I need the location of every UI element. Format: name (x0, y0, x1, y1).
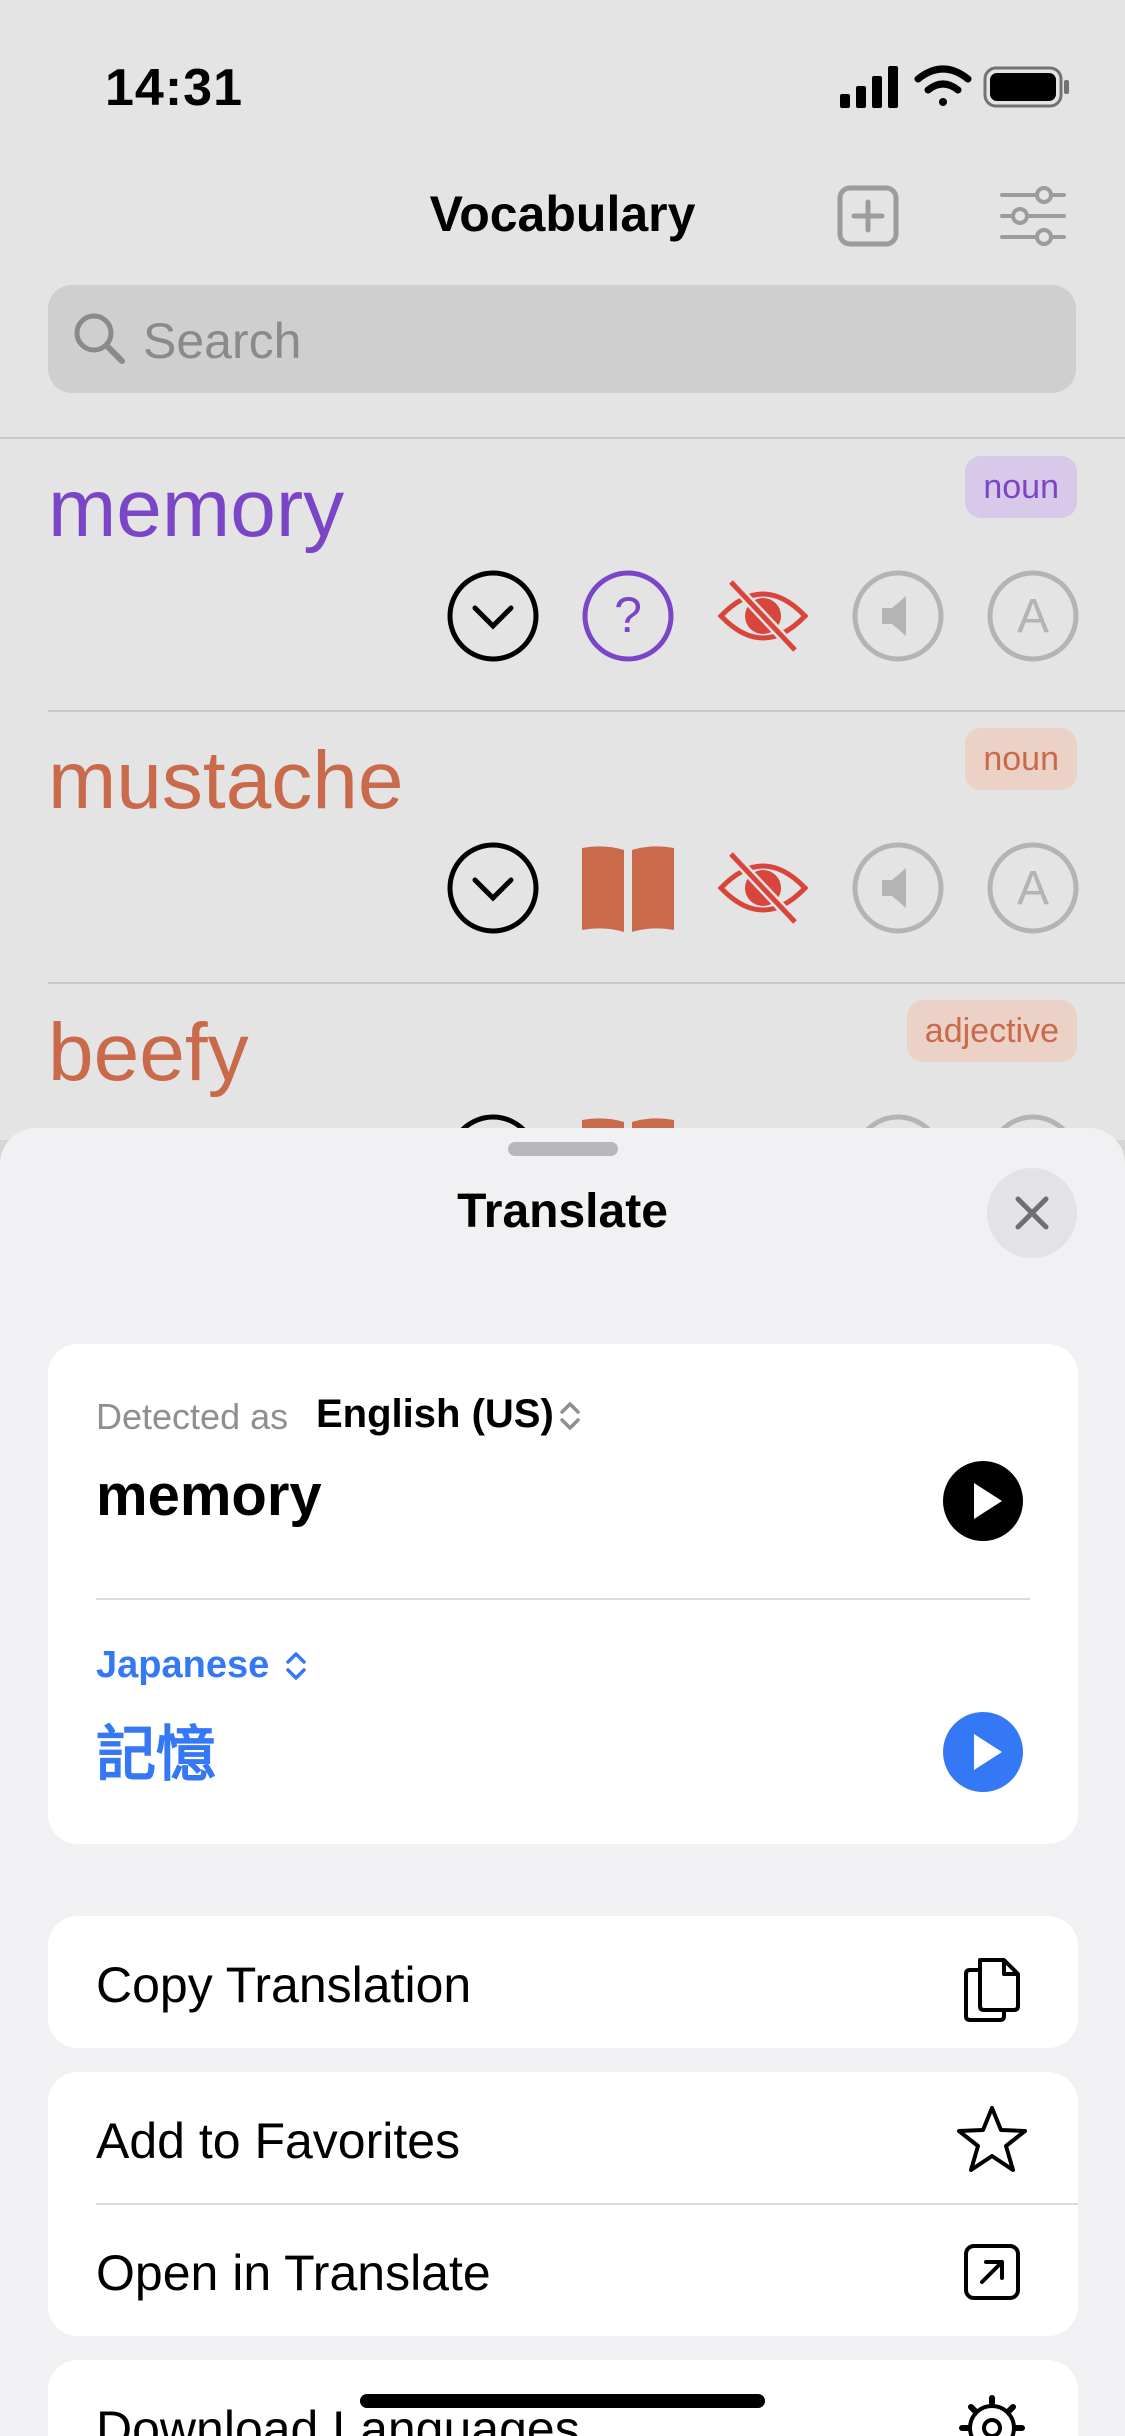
chevron-up-down-icon (560, 1402, 580, 1430)
word-text: mustache (48, 735, 404, 826)
status-bar: 14:31 (0, 0, 1125, 150)
copy-card: Copy Translation (48, 1916, 1078, 2048)
cellular-signal-icon (840, 66, 898, 108)
add-to-favorites-label: Add to Favorites (96, 2113, 461, 2169)
add-word-button[interactable] (835, 183, 901, 249)
word-text: beefy (48, 1007, 249, 1098)
translated-text: 記憶 (96, 1721, 216, 1788)
home-indicator (360, 2394, 765, 2408)
translate-sheet: Translate Detected as English (US) memor… (0, 1128, 1125, 2436)
battery-icon (983, 66, 1069, 108)
actions-card: Add to Favorites Open in Translate (48, 2072, 1078, 2336)
play-icon (974, 1734, 1002, 1770)
source-language: English (US) (316, 1392, 554, 1436)
letter-a-icon[interactable]: A (985, 568, 1081, 664)
page-title: Vocabulary (429, 186, 696, 242)
eye-slash-icon[interactable] (715, 568, 811, 664)
part-of-speech-badge: adjective (906, 1000, 1077, 1062)
copy-translation-button[interactable]: Copy Translation (48, 1916, 1078, 2048)
expand-chevron-icon[interactable] (445, 840, 541, 936)
book-icon[interactable] (580, 840, 676, 936)
close-button[interactable] (987, 1168, 1077, 1258)
open-in-translate-label: Open in Translate (96, 2245, 491, 2301)
star-icon (957, 2106, 1027, 2172)
detected-label: Detected as (96, 1396, 289, 1437)
play-source-button[interactable] (943, 1461, 1023, 1541)
question-icon[interactable]: ? (580, 568, 676, 664)
part-of-speech-badge: noun (965, 456, 1077, 518)
copy-icon (964, 1958, 1020, 2022)
svg-text:?: ? (614, 587, 642, 643)
gear-icon (959, 2395, 1025, 2436)
target-language-selector[interactable]: Japanese (96, 1644, 269, 1687)
expand-chevron-icon[interactable] (445, 568, 541, 664)
part-of-speech-badge: noun (965, 728, 1077, 790)
status-icons (840, 65, 1069, 108)
svg-text:A: A (1017, 862, 1049, 915)
add-to-favorites-button[interactable]: Add to Favorites (48, 2072, 1078, 2204)
chevron-up-down-icon (286, 1652, 306, 1680)
svg-text:A: A (1017, 590, 1049, 643)
translation-card: Detected as English (US) memory Japanese… (48, 1344, 1078, 1844)
status-time: 14:31 (105, 59, 243, 117)
wifi-icon (914, 65, 972, 106)
sheet-grabber[interactable] (508, 1142, 618, 1156)
speaker-icon[interactable] (850, 568, 946, 664)
target-language: Japanese (96, 1644, 270, 1686)
word-actions: A (445, 840, 1085, 936)
open-external-icon (964, 2244, 1020, 2300)
vocabulary-app: 14:31 Vocabulary Search memory noun ? A … (0, 0, 1125, 1206)
card-divider (96, 1598, 1030, 1600)
list-item[interactable]: memory noun ? A (0, 440, 1125, 712)
header-divider (0, 437, 1125, 439)
word-actions: ? A (445, 568, 1085, 664)
play-icon (974, 1483, 1002, 1519)
search-input[interactable]: Search (48, 285, 1076, 393)
eye-slash-icon[interactable] (715, 840, 811, 936)
source-language-selector[interactable]: English (US) (316, 1392, 554, 1437)
list-item[interactable]: mustache noun A (0, 712, 1125, 984)
speaker-icon[interactable] (850, 840, 946, 936)
sheet-title: Translate (457, 1185, 668, 1238)
search-placeholder: Search (143, 313, 302, 369)
search-icon (74, 313, 125, 364)
letter-a-icon[interactable]: A (985, 840, 1081, 936)
close-icon (1015, 1196, 1049, 1230)
open-in-translate-button[interactable]: Open in Translate (48, 2204, 1078, 2336)
copy-translation-label: Copy Translation (96, 1957, 472, 2013)
source-text: memory (96, 1463, 322, 1528)
word-text: memory (48, 463, 345, 554)
filter-settings-button[interactable] (1000, 183, 1066, 249)
play-translation-button[interactable] (943, 1712, 1023, 1792)
